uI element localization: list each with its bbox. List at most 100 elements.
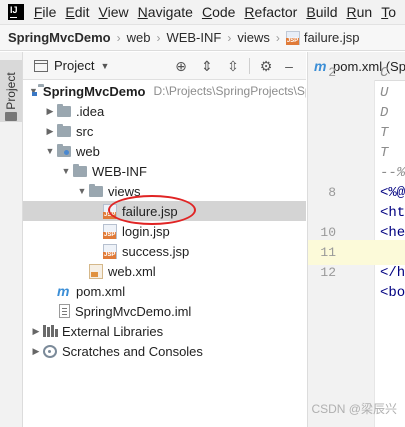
- breadcrumb-webinf[interactable]: WEB-INF: [166, 30, 221, 45]
- menu-build[interactable]: Build: [306, 4, 337, 20]
- tree-item-label: success.jsp: [122, 243, 190, 259]
- menu-view[interactable]: View: [99, 4, 129, 20]
- tree-item-scratches[interactable]: ▶ Scratches and Consoles: [23, 341, 306, 361]
- locate-file-icon[interactable]: ⊕: [173, 58, 189, 74]
- chevron-right-icon[interactable]: ▶: [29, 346, 43, 357]
- code-text: T: [380, 144, 389, 161]
- tree-item-iml[interactable]: SpringMvcDemo.iml: [23, 301, 306, 321]
- line-number: 8: [328, 185, 336, 200]
- project-view-selector[interactable]: Project: [54, 58, 94, 73]
- chevron-down-icon[interactable]: ▼: [59, 166, 73, 176]
- tree-item-label: External Libraries: [62, 323, 164, 339]
- tree-item-src[interactable]: ▶ src: [23, 121, 306, 141]
- chevron-right-icon[interactable]: ▶: [29, 326, 43, 337]
- code-text: D: [380, 104, 389, 121]
- project-tool-tab[interactable]: Project: [0, 60, 22, 122]
- breadcrumb-web[interactable]: web: [127, 30, 151, 45]
- tree-item-label: views: [108, 183, 141, 199]
- line-number: 11: [320, 245, 336, 260]
- tree-item-webinf[interactable]: ▼ WEB-INF: [23, 161, 306, 181]
- project-view-icon: [34, 59, 48, 72]
- menu-code[interactable]: Code: [202, 4, 235, 20]
- web-folder-icon: [57, 143, 71, 157]
- maven-icon: m: [57, 283, 70, 299]
- collapse-all-icon[interactable]: ⇳: [225, 58, 241, 74]
- breadcrumb: SpringMvcDemo › web › WEB-INF › views › …: [0, 25, 405, 51]
- tree-item-label: WEB-INF: [92, 163, 147, 179]
- chevron-down-icon[interactable]: ▼: [75, 186, 89, 196]
- breadcrumb-file[interactable]: failure.jsp: [304, 30, 360, 45]
- menu-tools[interactable]: To: [381, 4, 396, 20]
- tree-item-failure-jsp[interactable]: failure.jsp: [23, 201, 306, 221]
- code-text: <%@: [380, 184, 405, 201]
- project-tool-tab-label: Project: [4, 72, 18, 110]
- breadcrumb-project[interactable]: SpringMvcDemo: [8, 30, 111, 45]
- watermark: CSDN @梁辰兴: [311, 402, 397, 416]
- tree-item-web-xml[interactable]: web.xml: [23, 261, 306, 281]
- code-text: <ht: [380, 204, 405, 221]
- tree-item-web[interactable]: ▼ web: [23, 141, 306, 161]
- folder-icon: [89, 183, 103, 197]
- gear-icon[interactable]: ⚙: [258, 58, 274, 74]
- project-tree: ▼ SpringMvcDemo D:\Projects\SpringProjec…: [23, 80, 306, 427]
- code-text: --%: [380, 164, 405, 181]
- tree-item-label: pom.xml: [76, 283, 126, 299]
- scratches-icon: [43, 344, 57, 358]
- tree-item-label: Scratches and Consoles: [62, 343, 203, 359]
- library-icon: [43, 325, 58, 337]
- intellij-logo-icon: IJ: [8, 4, 24, 20]
- tree-item-label: SpringMvcDemo: [42, 83, 146, 99]
- line-number: 10: [320, 225, 336, 240]
- code-text: T: [380, 124, 389, 141]
- tree-item-label: .idea: [76, 103, 105, 119]
- editor-pane: m pom.xml (Sp 2 C U D T T --% 8 <%@ <ht 10 <he 11 12 <…: [307, 52, 405, 427]
- project-panel-header: Project ▼ ⊕ ⇕ ⇳ ⚙ –: [23, 52, 306, 80]
- chevron-down-icon[interactable]: ▼: [100, 61, 109, 71]
- menu-edit[interactable]: Edit: [65, 4, 89, 20]
- tree-item-idea[interactable]: ▶ .idea: [23, 101, 306, 121]
- jsp-file-icon: [285, 30, 300, 45]
- folder-icon: [57, 103, 71, 117]
- tree-item-login-jsp[interactable]: login.jsp: [23, 221, 306, 241]
- tree-item-label: failure.jsp: [122, 203, 178, 219]
- chevron-right-icon: ›: [156, 30, 161, 45]
- chevron-right-icon: ›: [227, 30, 232, 45]
- code-text: U: [380, 84, 389, 101]
- menu-navigate[interactable]: Navigate: [138, 4, 193, 20]
- menu-refactor[interactable]: Refactor: [244, 4, 297, 20]
- code-line[interactable]: <bo: [308, 280, 405, 305]
- code-text: </h: [380, 264, 405, 281]
- expand-all-icon[interactable]: ⇕: [199, 58, 215, 74]
- tree-item-root[interactable]: ▼ SpringMvcDemo D:\Projects\SpringProjec…: [23, 81, 306, 101]
- folder-icon: [73, 163, 87, 177]
- jsp-file-icon: [103, 243, 117, 259]
- xml-file-icon: [89, 263, 103, 279]
- tree-item-pom-xml[interactable]: m pom.xml: [23, 281, 306, 301]
- jsp-file-icon: [103, 223, 117, 239]
- chevron-down-icon[interactable]: ▼: [43, 146, 57, 156]
- chevron-right-icon: ›: [116, 30, 121, 45]
- chevron-right-icon[interactable]: ▶: [43, 106, 57, 117]
- breadcrumb-views[interactable]: views: [237, 30, 270, 45]
- code-text: C: [380, 64, 389, 81]
- jsp-file-icon: [103, 203, 117, 219]
- tree-item-path: D:\Projects\SpringProjects\SpringMVCDe: [153, 84, 307, 98]
- tree-item-success-jsp[interactable]: success.jsp: [23, 241, 306, 261]
- folder-icon: [57, 123, 71, 137]
- tree-item-label: src: [76, 123, 94, 139]
- toolbar-divider: [249, 58, 250, 74]
- tree-item-views[interactable]: ▼ views: [23, 181, 306, 201]
- code-text: <he: [380, 224, 405, 241]
- left-tool-stripe: Project: [0, 52, 23, 427]
- menu-run[interactable]: Run: [347, 4, 373, 20]
- tree-item-external-libraries[interactable]: ▶ External Libraries: [23, 321, 306, 341]
- chevron-right-icon[interactable]: ▶: [43, 126, 57, 137]
- menu-file[interactable]: File: [34, 4, 57, 20]
- tree-item-label: SpringMvcDemo.iml: [75, 303, 192, 319]
- chevron-right-icon: ›: [275, 30, 280, 45]
- minimize-icon[interactable]: –: [281, 58, 297, 74]
- iml-file-icon: [59, 304, 70, 318]
- tree-item-label: web: [76, 143, 100, 159]
- line-number: 12: [320, 265, 336, 280]
- tree-item-label: login.jsp: [122, 223, 170, 239]
